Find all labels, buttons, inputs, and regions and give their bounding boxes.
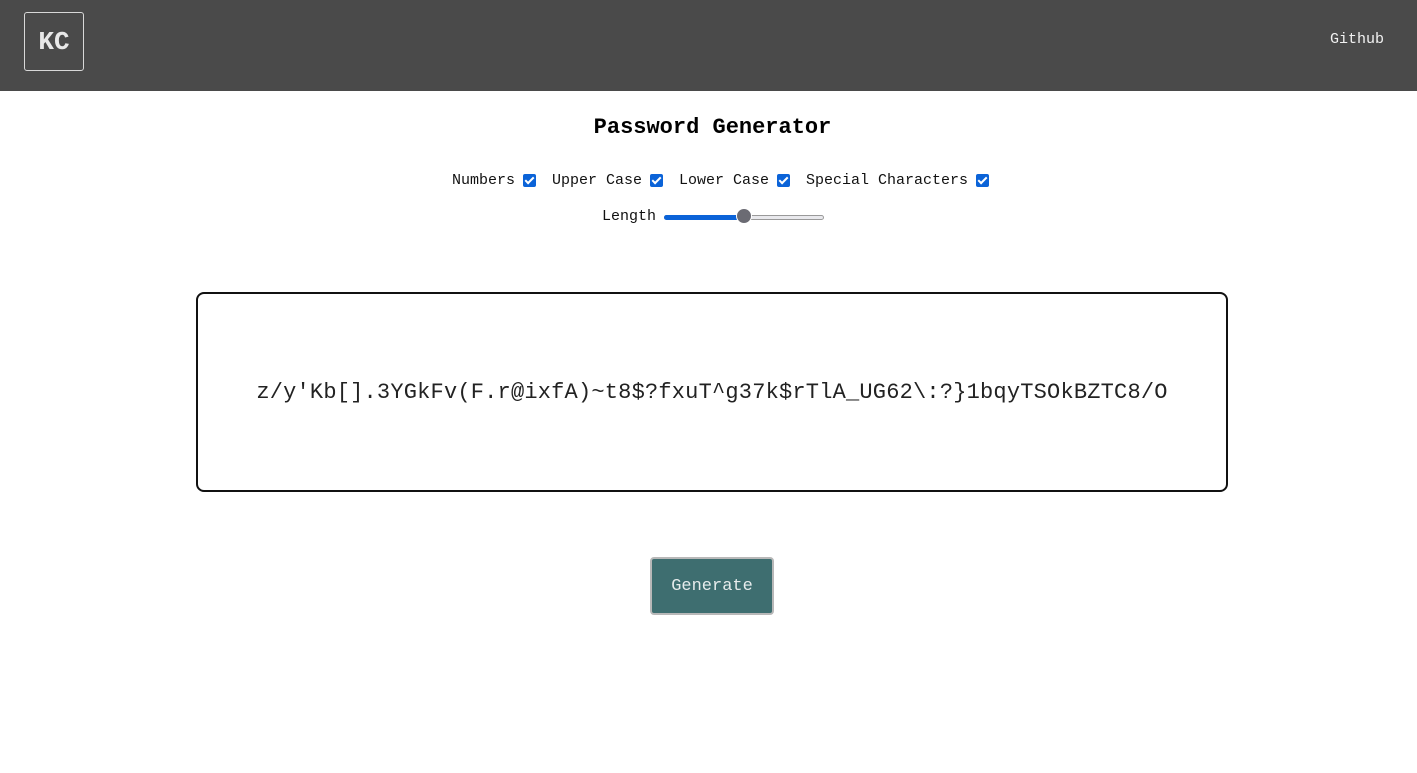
- generate-button[interactable]: Generate: [650, 557, 774, 615]
- upper-case-checkbox[interactable]: [649, 174, 663, 187]
- option-lower-case: Lower Case: [679, 172, 790, 189]
- option-upper-case-label: Upper Case: [551, 172, 642, 189]
- length-slider-thumb[interactable]: [736, 208, 753, 224]
- special-characters-checkbox[interactable]: [976, 174, 990, 187]
- password-output[interactable]: z/y'Kb[].3YGkFv(F.r@ixfA)~t8$?fxuT^g37k$…: [196, 292, 1228, 492]
- github-link[interactable]: Github: [1330, 31, 1384, 48]
- top-header: KC Github: [0, 0, 1417, 91]
- option-special-characters-label: Special Characters: [806, 172, 969, 189]
- option-special-characters: Special Characters: [806, 172, 990, 189]
- numbers-checkbox[interactable]: [522, 174, 536, 187]
- option-upper-case: Upper Case: [552, 172, 663, 189]
- length-slider[interactable]: [664, 206, 825, 226]
- page-title: Password Generator: [593, 115, 832, 140]
- length-row: Length: [602, 206, 825, 226]
- logo[interactable]: KC: [24, 12, 84, 71]
- lower-case-checkbox[interactable]: [777, 174, 790, 187]
- options-row: Numbers Upper Case Lower Case Special Ch…: [0, 172, 1417, 189]
- option-numbers: Numbers: [452, 172, 536, 189]
- option-numbers-label: Numbers: [451, 172, 515, 189]
- length-slider-fill: [664, 215, 745, 220]
- option-lower-case-label: Lower Case: [678, 172, 769, 189]
- length-label: Length: [602, 207, 657, 225]
